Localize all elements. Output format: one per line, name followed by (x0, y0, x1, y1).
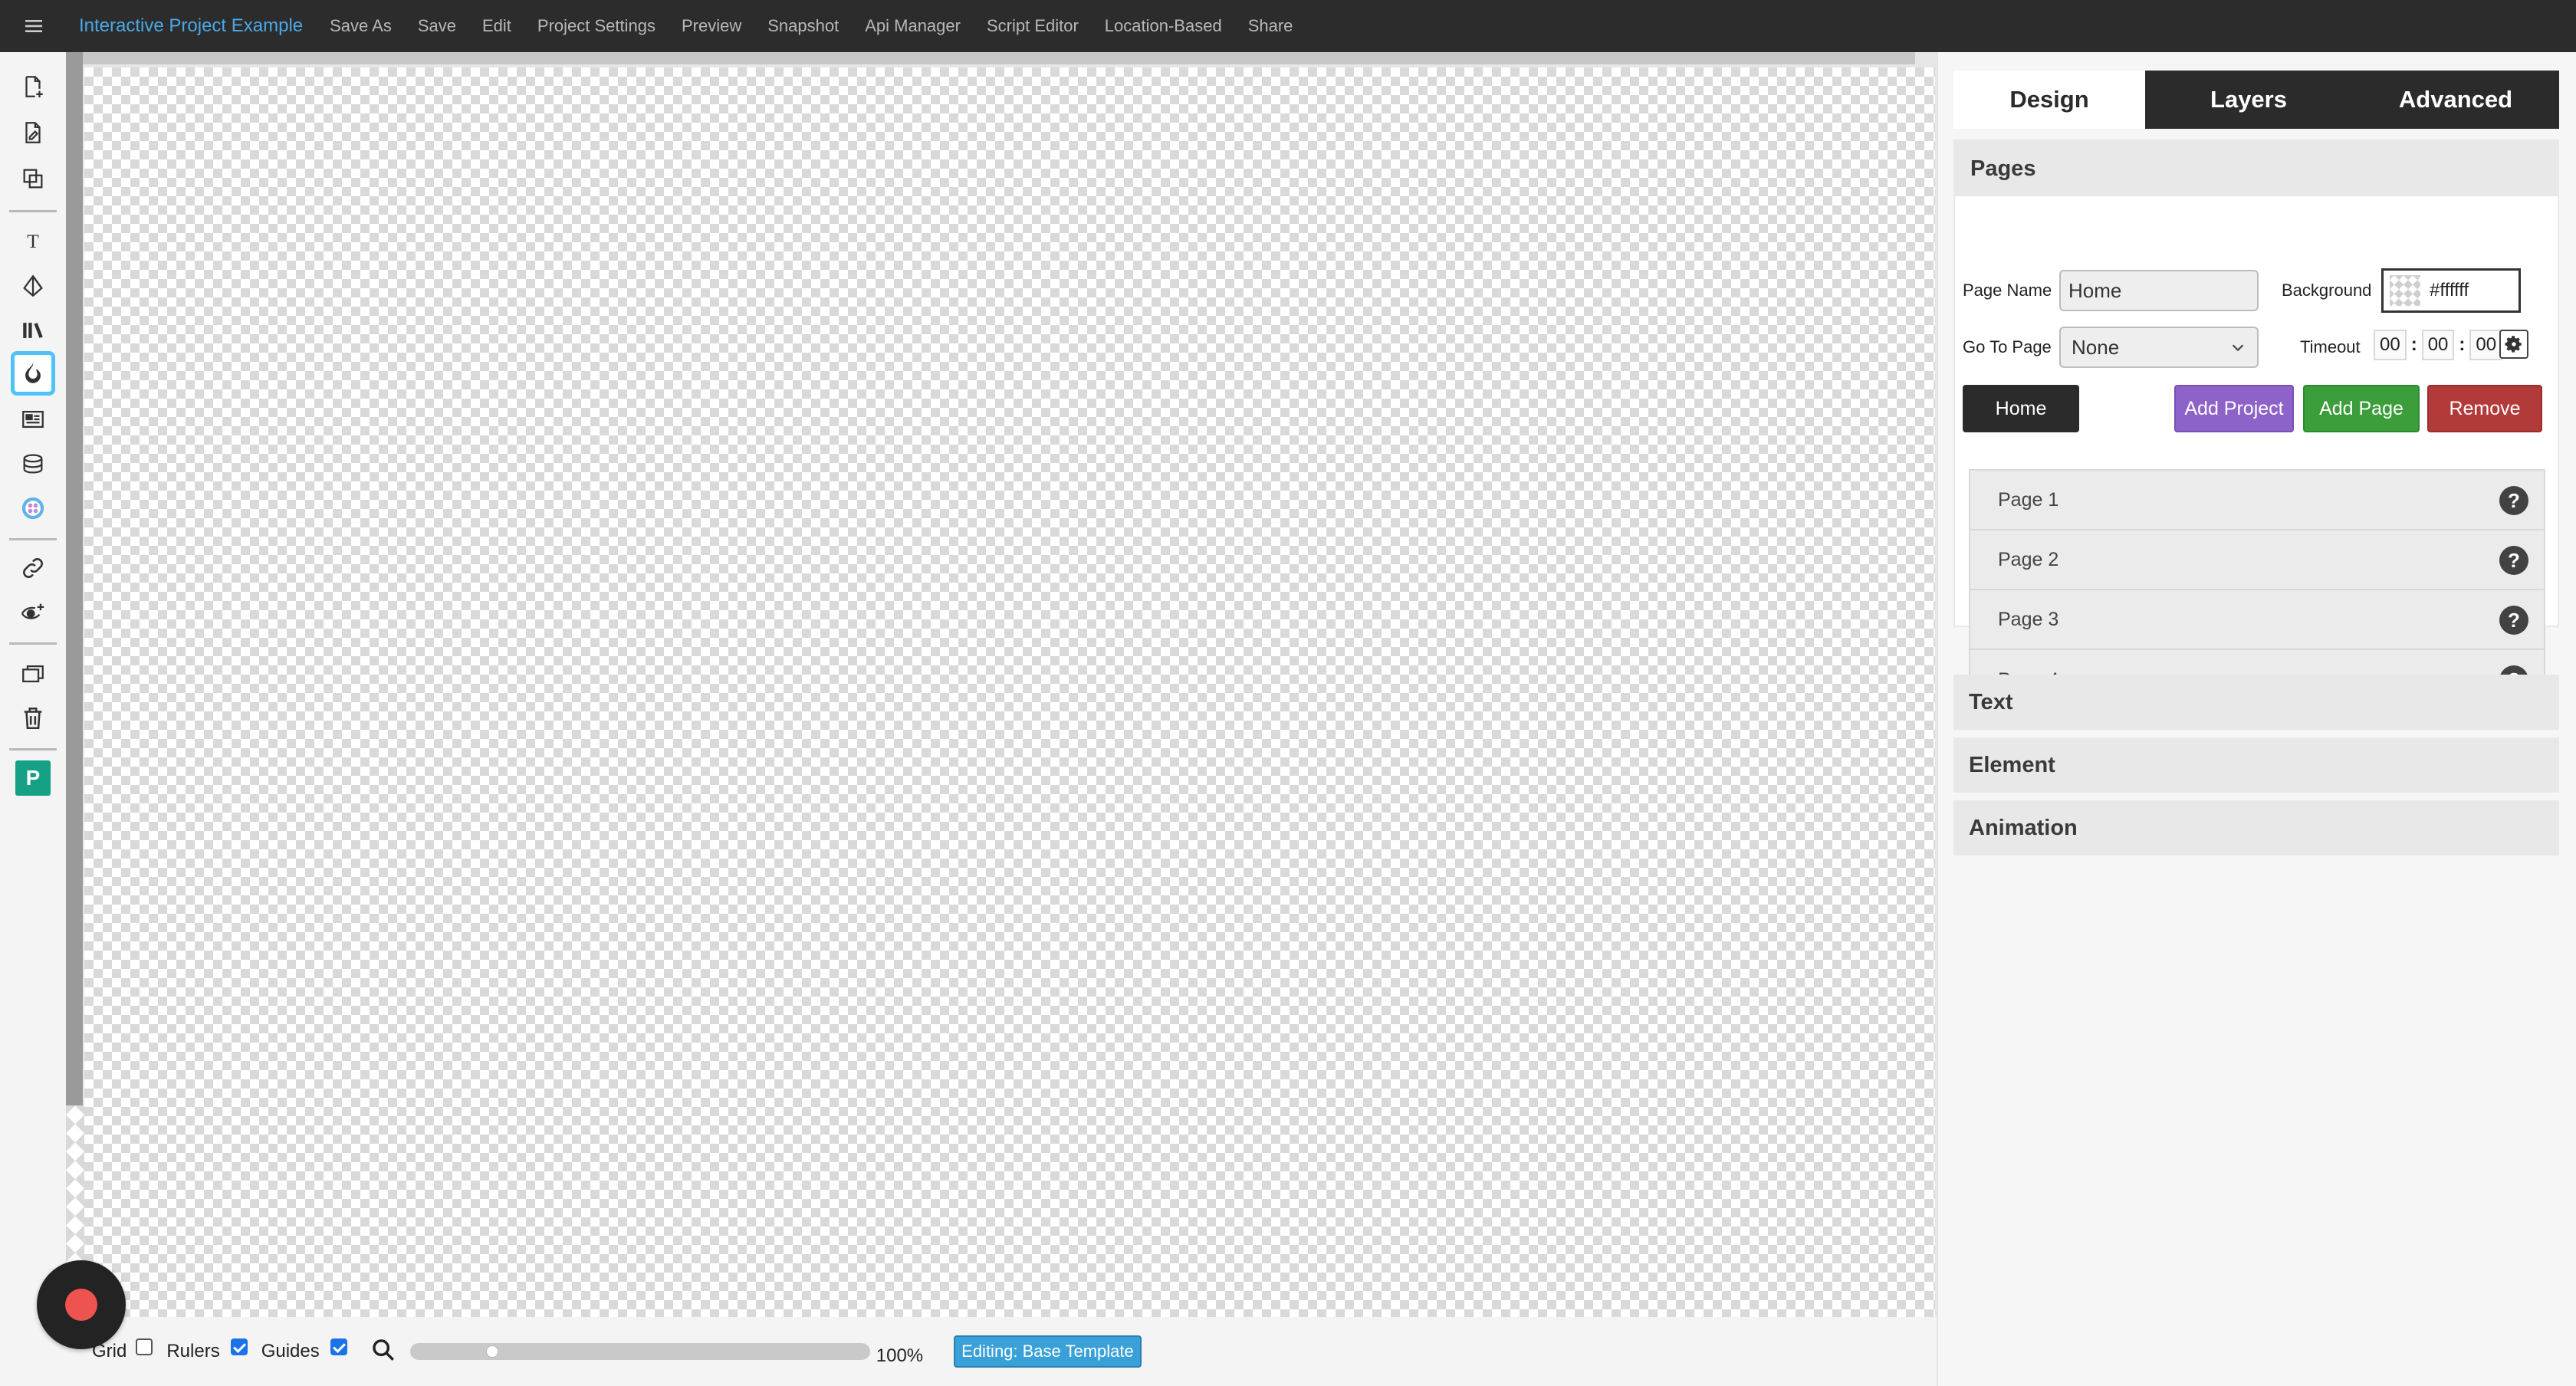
timeout-label: Timeout (2300, 337, 2361, 356)
library-icon[interactable] (11, 308, 55, 353)
background-color-input[interactable]: #ffffff (2381, 268, 2521, 313)
menu-share[interactable]: Share (1248, 16, 1293, 36)
add-page-button[interactable]: Add Page (2303, 385, 2420, 432)
toolbar-divider (9, 538, 57, 540)
widget-icon[interactable] (11, 397, 55, 442)
animation-section-header[interactable]: Animation (1953, 800, 2559, 856)
guides-checkbox[interactable] (330, 1338, 347, 1355)
rulers-label: Rulers (166, 1341, 220, 1361)
shape-tool-icon[interactable] (11, 264, 55, 308)
editing-badge: Editing: Base Template (954, 1335, 1142, 1368)
page-list-item-label: Page 1 (1998, 488, 2059, 511)
menu-snapshot[interactable]: Snapshot (767, 16, 839, 36)
database-icon[interactable] (11, 442, 55, 486)
page-list-item[interactable]: Page 3 ? (1970, 590, 2544, 650)
zoom-slider[interactable] (409, 1343, 870, 1360)
bottom-status-bar: Grid Rulers Guides 100% Editing: Base Te… (66, 1317, 1937, 1386)
timeout-seconds[interactable]: 00 (2469, 330, 2503, 360)
go-to-page-value: None (2072, 335, 2120, 359)
background-color-value: #ffffff (2430, 280, 2469, 301)
timeout-settings-gear-icon[interactable] (2499, 330, 2528, 359)
go-to-page-select[interactable]: None (2059, 327, 2259, 368)
text-tool-icon[interactable]: T (11, 218, 55, 262)
canvas-area[interactable] (66, 52, 1937, 1317)
toolbar-divider (9, 642, 57, 645)
new-page-icon[interactable] (11, 64, 55, 109)
menu-location-based[interactable]: Location-Based (1105, 16, 1222, 36)
zoom-search-icon[interactable] (370, 1337, 396, 1367)
text-section-header[interactable]: Text (1953, 675, 2559, 730)
project-title[interactable]: Interactive Project Example (79, 15, 303, 37)
background-label: Background (2282, 281, 2372, 300)
home-button[interactable]: Home (1963, 385, 2079, 432)
flame-icon[interactable] (11, 351, 55, 396)
element-section-header[interactable]: Element (1953, 737, 2559, 793)
menu-preview[interactable]: Preview (682, 16, 741, 36)
design-canvas[interactable] (84, 67, 1935, 1317)
page-list-item[interactable]: Page 2 ? (1970, 530, 2544, 590)
page-list-item[interactable]: Page 1 ? (1970, 471, 2544, 530)
panel-tabs: Design Layers Advanced (1953, 71, 2559, 129)
color-swatch-icon (2390, 275, 2420, 306)
pages-section-header[interactable]: Pages (1955, 141, 2558, 196)
tab-layers[interactable]: Layers (2145, 71, 2352, 129)
trash-icon[interactable] (11, 696, 55, 741)
toolbar-divider (9, 210, 57, 212)
vertical-scrollbar[interactable] (66, 52, 83, 1105)
properties-panel: Design Layers Advanced Pages Page Name H… (1937, 52, 2576, 1386)
tab-advanced[interactable]: Advanced (2352, 71, 2559, 129)
palette-icon[interactable] (11, 486, 55, 530)
add-project-button[interactable]: Add Project (2174, 385, 2294, 432)
guides-label: Guides (261, 1341, 320, 1361)
pages-section: Pages Page Name Home Background #ffffff … (1953, 140, 2559, 711)
tab-design[interactable]: Design (1953, 71, 2145, 129)
go-to-page-label: Go To Page (1963, 337, 2052, 356)
timeout-colon: : (2410, 334, 2417, 355)
menu-save[interactable]: Save (418, 16, 456, 36)
chevron-down-icon (2232, 344, 2244, 352)
page-list-item-label: Page 2 (1998, 548, 2059, 570)
top-menu-bar: Interactive Project Example Save As Save… (0, 0, 2576, 52)
remove-button[interactable]: Remove (2427, 385, 2542, 432)
edit-page-icon[interactable] (11, 110, 55, 155)
timeout-minutes[interactable]: 00 (2421, 330, 2455, 360)
grid-checkbox[interactable] (136, 1338, 153, 1355)
pages-section-body: Page Name Home Background #ffffff Go To … (1955, 196, 2558, 711)
menu-script-editor[interactable]: Script Editor (987, 16, 1079, 36)
svg-text:T: T (27, 230, 39, 252)
page-name-input[interactable]: Home (2059, 270, 2259, 311)
rulers-checkbox[interactable] (230, 1338, 248, 1355)
help-icon[interactable]: ? (2499, 546, 2528, 575)
zoom-slider-thumb[interactable] (486, 1345, 499, 1358)
help-icon[interactable]: ? (2499, 486, 2528, 515)
brand-logo-icon[interactable]: P (11, 756, 55, 800)
hamburger-menu-icon[interactable] (0, 0, 67, 52)
timeout-hours[interactable]: 00 (2374, 330, 2407, 360)
menu-project-settings[interactable]: Project Settings (537, 16, 656, 36)
brand-logo-letter: P (15, 760, 51, 796)
duplicate-icon[interactable] (11, 156, 55, 201)
windows-icon[interactable] (11, 652, 55, 696)
menu-save-as[interactable]: Save As (330, 16, 392, 36)
help-icon[interactable]: ? (2499, 606, 2528, 635)
menu-api-manager[interactable]: Api Manager (865, 16, 961, 36)
horizontal-scrollbar[interactable] (83, 52, 1915, 64)
page-name-label: Page Name (1963, 281, 2052, 300)
record-dot-icon (65, 1289, 97, 1321)
timeout-input[interactable]: 00 : 00 : 00 (2374, 330, 2503, 360)
eye-plus-icon[interactable] (11, 590, 55, 635)
page-list-item-label: Page 3 (1998, 608, 2059, 630)
menu-edit[interactable]: Edit (482, 16, 511, 36)
grid-label: Grid (92, 1341, 127, 1361)
timeout-colon: : (2459, 334, 2466, 355)
left-toolbar: T P (0, 52, 66, 1386)
link-icon[interactable] (11, 546, 55, 590)
zoom-value: 100% (876, 1345, 924, 1366)
toolbar-divider (9, 748, 57, 750)
